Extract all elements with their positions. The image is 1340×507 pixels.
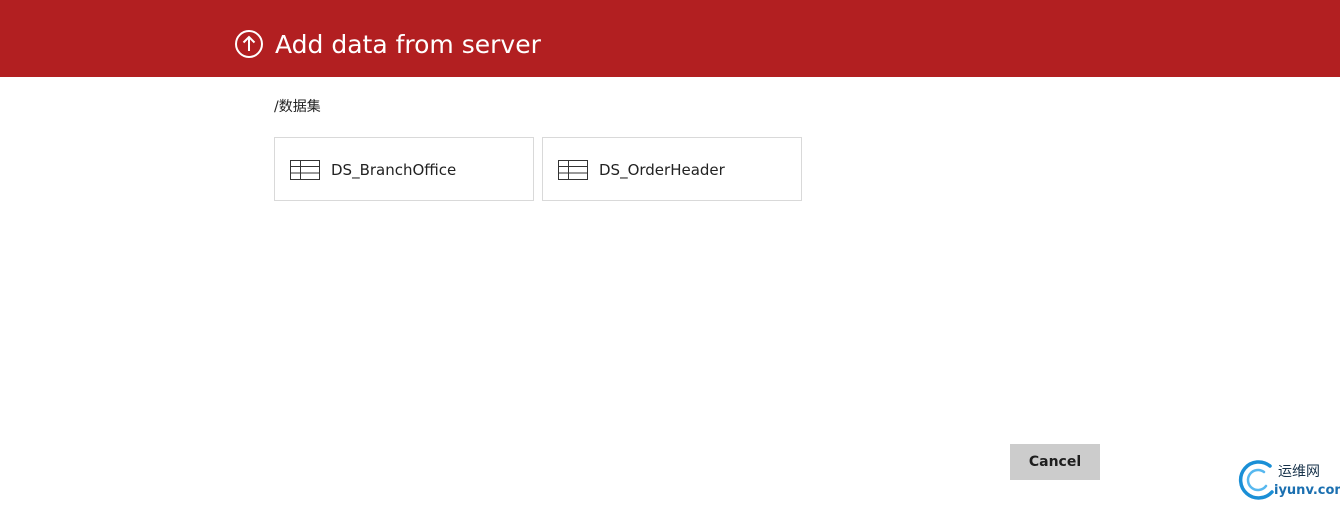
watermark-cn-text: 运维网 <box>1278 464 1320 480</box>
breadcrumb: /数据集 <box>274 99 321 115</box>
header-bar: Add data from server <box>0 0 1340 77</box>
watermark-swirl-icon <box>1238 460 1274 500</box>
cancel-button[interactable]: Cancel <box>1010 444 1100 480</box>
upload-arrow-circle-icon[interactable] <box>234 29 264 59</box>
table-icon <box>558 160 588 180</box>
dataset-tile-order-header[interactable]: DS_OrderHeader <box>542 137 802 201</box>
watermark-domain-text: iyunv.com <box>1274 483 1340 498</box>
table-icon <box>290 160 320 180</box>
page-title: Add data from server <box>275 30 541 59</box>
add-data-from-server-page: Add data from server /数据集 DS_BranchOffic… <box>0 0 1340 507</box>
dataset-tile-branch-office[interactable]: DS_BranchOffice <box>274 137 534 201</box>
watermark-logo: 运维网 iyunv.com <box>1234 458 1340 502</box>
dataset-label: DS_OrderHeader <box>599 161 725 179</box>
dataset-label: DS_BranchOffice <box>331 161 457 179</box>
